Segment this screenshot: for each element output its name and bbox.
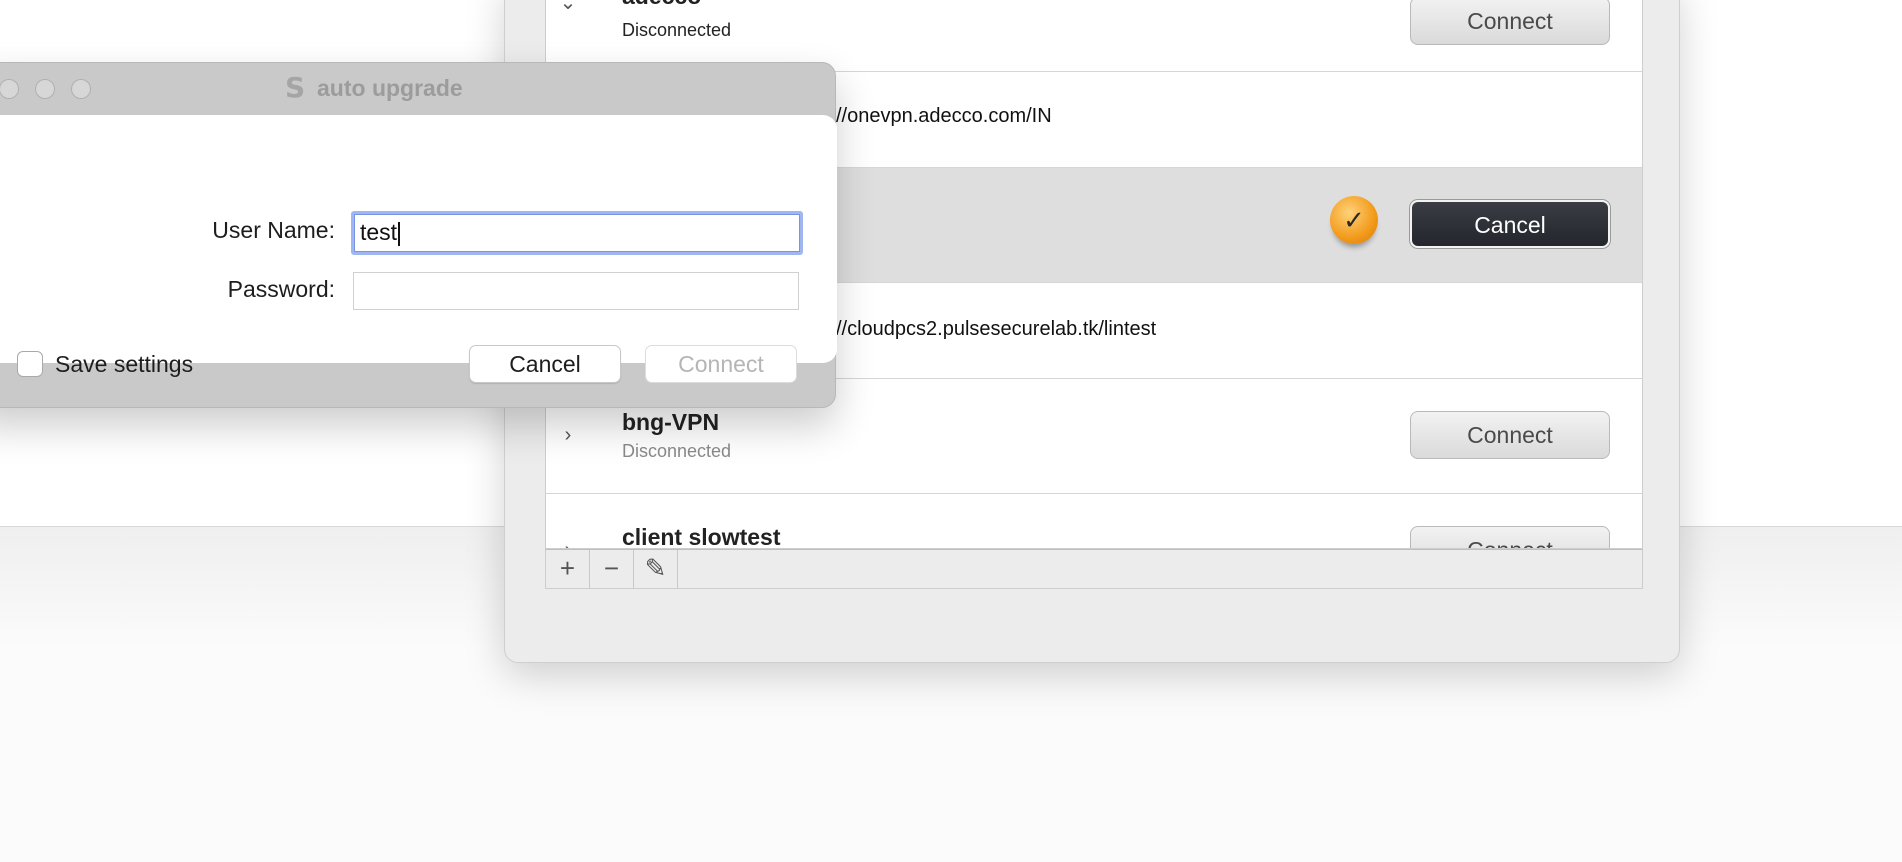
connect-button[interactable]: Connect — [1410, 411, 1610, 459]
connection-status: Disconnected — [622, 20, 732, 40]
connection-name: bng-VPN — [622, 409, 720, 435]
username-value: test — [360, 219, 398, 245]
connecting-status-icon: ✓ — [1330, 196, 1378, 244]
username-field[interactable]: test — [351, 211, 803, 255]
minimize-window-button[interactable] — [35, 79, 55, 99]
save-settings-checkbox[interactable] — [17, 351, 43, 377]
remove-connection-button[interactable]: − — [590, 550, 634, 588]
zoom-window-button[interactable] — [71, 79, 91, 99]
pulse-app-icon: S — [285, 71, 306, 104]
connection-name: adecco — [622, 0, 701, 10]
dialog-title: auto upgrade — [317, 75, 463, 101]
edit-connection-button[interactable]: ✎ — [634, 550, 678, 588]
password-label: Password: — [227, 276, 335, 302]
auth-dialog: S auto upgrade User Name: test Password:… — [0, 62, 837, 408]
username-label: User Name: — [212, 217, 335, 243]
chevron-right-icon[interactable]: › — [558, 425, 578, 445]
connect-button[interactable]: Connect — [645, 345, 797, 383]
connection-status: Disconnected — [622, 441, 732, 461]
close-window-button[interactable] — [0, 79, 19, 99]
add-connection-button[interactable]: + — [546, 550, 590, 588]
list-toolbar: + − ✎ — [545, 549, 1643, 589]
connection-row-client-slowtest[interactable]: › client slowtest Connect — [546, 494, 1642, 549]
chevron-down-icon[interactable]: ⌄ — [558, 0, 578, 13]
chevron-right-icon[interactable]: › — [558, 540, 578, 548]
dialog-body: User Name: test Password: Save settings … — [0, 115, 837, 383]
connection-url: //onevpn.adecco.com/IN — [836, 105, 1052, 127]
password-field[interactable] — [353, 272, 799, 310]
connection-url: //cloudpcs2.pulsesecurelab.tk/lintest — [836, 318, 1157, 340]
save-settings-label: Save settings — [55, 351, 194, 377]
text-caret — [398, 221, 401, 246]
dialog-titlebar: S auto upgrade — [0, 63, 837, 115]
cancel-connection-button[interactable]: Cancel — [1410, 200, 1610, 248]
cancel-button[interactable]: Cancel — [469, 345, 621, 383]
connection-name: client slowtest — [622, 524, 781, 549]
connect-button[interactable]: Connect — [1410, 526, 1610, 548]
connect-button[interactable]: Connect — [1410, 0, 1610, 45]
